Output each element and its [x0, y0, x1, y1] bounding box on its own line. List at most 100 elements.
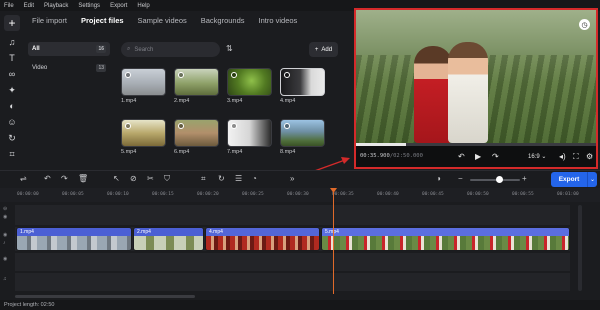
zoom-fit-icon[interactable]: ◑ — [436, 174, 441, 183]
visibility-icon[interactable]: ◉ — [3, 232, 7, 238]
track-lane[interactable] — [15, 205, 570, 225]
media-thumbnail[interactable] — [121, 68, 166, 96]
crop-icon[interactable]: ⌗ — [4, 147, 20, 161]
video-badge-icon — [284, 123, 290, 129]
zoom-slider[interactable] — [470, 179, 520, 181]
ruler-tick-label: 00:00:05 — [62, 192, 84, 197]
file-name: 5.mp4 — [121, 149, 137, 155]
effects-icon[interactable]: ✦ — [4, 83, 20, 97]
media-thumbnail[interactable] — [121, 119, 166, 147]
zoom-slider-handle[interactable] — [496, 176, 503, 183]
fullscreen-icon[interactable]: ⛶ — [573, 152, 579, 162]
add-media-icon[interactable]: + — [4, 15, 20, 31]
zoom-in-icon[interactable]: + — [522, 174, 527, 183]
file-name: 2.mp4 — [174, 98, 190, 104]
more-tools-icon[interactable]: » — [290, 174, 294, 183]
filters-icon[interactable]: ◐ — [4, 99, 20, 113]
tab-file-import[interactable]: File import — [32, 16, 67, 25]
category-count: 13 — [96, 64, 106, 72]
timeline-clip[interactable]: 4.mp4 — [205, 227, 320, 251]
sort-icon[interactable]: ⇅ — [226, 44, 233, 53]
lock-icon[interactable]: ⊖ — [3, 206, 7, 212]
zoom-out-icon[interactable]: − — [458, 174, 463, 183]
menu-help[interactable]: Help — [137, 3, 149, 9]
tab-backgrounds[interactable]: Backgrounds — [201, 16, 245, 25]
step-forward-icon[interactable]: ↷ — [492, 152, 499, 161]
transitions-icon[interactable]: ∞ — [4, 67, 20, 81]
search-input[interactable]: ⌕ Search — [121, 42, 220, 57]
video-badge-icon — [284, 72, 290, 78]
track-settings-icon[interactable]: ⇌ — [20, 174, 27, 183]
timecode-current: 00:35.900 — [360, 153, 390, 159]
step-back-icon[interactable]: ↶ — [458, 152, 465, 161]
timecode-total: /02:50.000 — [389, 153, 423, 159]
tab-project-files[interactable]: Project files — [81, 16, 124, 25]
shield-icon[interactable]: ⛉ — [164, 174, 170, 184]
media-thumbnail[interactable] — [174, 68, 219, 96]
redo-icon[interactable]: ↷ — [61, 174, 68, 183]
media-thumbnail[interactable] — [174, 119, 219, 147]
category-all[interactable]: All 16 — [28, 42, 110, 56]
category-label: Video — [32, 65, 48, 71]
mute-icon[interactable]: ♪ — [3, 240, 6, 246]
menu-export[interactable]: Export — [110, 3, 127, 9]
timeline-clip[interactable]: 5.mp4 — [321, 227, 570, 251]
add-button[interactable]: + Add — [309, 42, 338, 57]
tab-sample-videos[interactable]: Sample videos — [138, 16, 187, 25]
ruler-tick-label: 00:00:00 — [17, 192, 39, 197]
media-thumbnail[interactable] — [227, 119, 272, 147]
media-thumbnail[interactable] — [227, 68, 272, 96]
ruler-tick-label: 00:00:30 — [287, 192, 309, 197]
vertical-scrollbar[interactable] — [578, 205, 582, 291]
chevron-down-icon[interactable]: ⌄ — [587, 172, 597, 187]
visibility-icon[interactable]: ◉ — [3, 214, 7, 220]
timeline-clip[interactable]: 1.mp4 — [16, 227, 132, 251]
text-icon[interactable]: T — [4, 51, 20, 65]
plus-icon: + — [314, 46, 319, 53]
volume-icon[interactable]: ◂) — [559, 152, 566, 161]
category-count: 16 — [96, 45, 106, 53]
timeline-clip[interactable]: 2.mp4 — [133, 227, 204, 251]
menu-playback[interactable]: Playback — [44, 3, 68, 9]
rotate-icon[interactable]: ↻ — [218, 174, 225, 183]
track-lane[interactable] — [15, 253, 570, 271]
timeline-ruler[interactable]: 00:00:00 00:00:05 00:00:10 00:00:15 00:00:20… — [0, 188, 600, 202]
menu-edit[interactable]: Edit — [24, 3, 34, 9]
track-lane[interactable] — [15, 273, 570, 291]
category-list: All 16 Video 13 — [28, 42, 110, 80]
speed-icon[interactable]: ◔ — [252, 174, 257, 183]
aspect-ratio-select[interactable]: 16:9 ⌄ — [528, 153, 546, 160]
status-bar: Project length: 02:50 — [0, 300, 600, 310]
video-badge-icon — [231, 72, 237, 78]
settings-icon[interactable]: ⚙ — [586, 152, 593, 161]
play-icon[interactable]: ▶ — [475, 152, 481, 161]
stickers-icon[interactable]: ☺ — [4, 115, 20, 129]
adjust-icon[interactable]: ☰ — [235, 174, 242, 183]
add-button-label: Add — [321, 46, 333, 53]
delete-icon[interactable]: 🗑 — [78, 174, 88, 183]
undo-icon[interactable]: ↶ — [44, 174, 51, 183]
marker-icon[interactable]: ⊘ — [130, 174, 137, 183]
visibility-icon[interactable]: ◉ — [3, 256, 7, 262]
horizontal-scrollbar[interactable] — [15, 295, 195, 298]
media-thumbnail[interactable] — [280, 119, 325, 147]
playback-progress[interactable] — [356, 143, 596, 146]
snapshot-icon[interactable]: ◷ — [579, 19, 590, 30]
menu-file[interactable]: File — [4, 3, 14, 9]
media-thumbnail[interactable] — [280, 68, 325, 96]
woman-red-dress — [414, 46, 452, 143]
crop-tool-icon[interactable]: ⌗ — [201, 174, 206, 184]
select-tool-icon[interactable]: ↖ — [113, 174, 120, 183]
music-icon[interactable]: ♫ — [4, 35, 20, 49]
menu-settings[interactable]: Settings — [78, 3, 100, 9]
split-icon[interactable]: ✂ — [147, 174, 154, 183]
audio-track-icon[interactable]: ♫ — [3, 276, 7, 282]
clip-label: 4.mp4 — [206, 228, 319, 236]
category-video[interactable]: Video 13 — [28, 61, 110, 75]
ruler-tick-label: 00:00:50 — [467, 192, 489, 197]
animation-icon[interactable]: ↻ — [4, 131, 20, 145]
tab-intro-videos[interactable]: Intro videos — [259, 16, 298, 25]
playhead[interactable] — [333, 188, 334, 294]
video-frame[interactable]: ◷ — [356, 10, 596, 143]
export-button[interactable]: Export — [551, 172, 587, 187]
